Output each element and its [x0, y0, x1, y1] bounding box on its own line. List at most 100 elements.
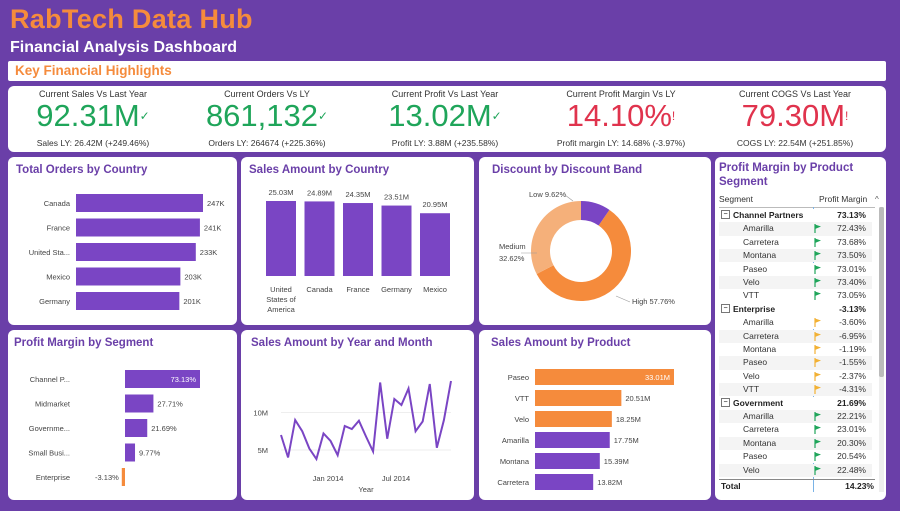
sales-by-product-panel[interactable]: Sales Amount by Product Paseo 33.01M VTT 20… [479, 330, 711, 500]
segment-name: Carretera [743, 424, 779, 435]
profit-margin-value: -6.95% [839, 330, 866, 341]
slice-label: Medium [499, 242, 526, 251]
category-label: America [267, 305, 295, 314]
sales-by-country-panel[interactable]: Sales Amount by Country 25.03M United Stat… [241, 157, 474, 325]
table-row[interactable]: Amarilla 22.21% [719, 410, 872, 424]
segment-name: Velo [743, 370, 760, 381]
flag-icon [814, 438, 822, 448]
table-row[interactable]: Amarilla 72.43% [719, 222, 872, 236]
collapse-icon[interactable]: − [721, 397, 730, 407]
data-label: 21.69% [151, 424, 177, 433]
bar [535, 453, 600, 469]
data-label: 18.25M [616, 415, 641, 424]
flag-icon [814, 318, 822, 328]
table-row[interactable]: Velo -2.37% [719, 369, 872, 384]
category-label: Amarilla [502, 436, 530, 445]
table-group-row[interactable]: − Enterprise -3.13% [719, 302, 872, 317]
bar [535, 432, 610, 448]
table-row[interactable]: Paseo 73.01% [719, 262, 872, 276]
table-group-row[interactable]: − Channel Partners 73.13% [719, 209, 872, 223]
data-label: -3.13% [95, 473, 119, 482]
segment-name: Paseo [743, 451, 768, 462]
table-row[interactable]: Paseo -1.55% [719, 356, 872, 370]
flag-icon [814, 358, 822, 368]
table-row[interactable]: Montana 73.50% [719, 249, 872, 263]
bar [381, 205, 412, 276]
segment-name: Paseo [743, 263, 768, 274]
alert-icon: ! [671, 109, 676, 123]
collapse-icon[interactable]: − [721, 303, 730, 313]
collapse-icon[interactable]: − [721, 210, 730, 219]
category-label: States of [266, 295, 297, 304]
category-label: Enterprise [36, 473, 70, 482]
kpi-profit-margin[interactable]: Current Profit Margin Vs LY 14.10%! Prof… [536, 86, 706, 152]
flag-icon [814, 425, 822, 435]
segment-name: Carretera [743, 236, 779, 247]
kpi-cogs[interactable]: Current COGS Vs Last Year 79.30M! COGS L… [710, 86, 880, 152]
discount-band-panel[interactable]: Discount by Discount Band High 57.76% Med… [479, 157, 711, 325]
category-label: Carretera [497, 478, 530, 487]
profit-margin-value: -3.60% [839, 317, 866, 328]
profit-margin-value: -4.31% [839, 384, 866, 395]
table-group-row[interactable]: − Government 21.69% [719, 396, 872, 410]
category-label: Canada [306, 285, 333, 294]
kpi-profit[interactable]: Current Profit Vs Last Year 13.02M✓ Prof… [360, 86, 530, 152]
total-label: Total [721, 481, 741, 491]
check-icon: ✓ [318, 109, 329, 123]
profit-margin-value: 73.13% [837, 210, 866, 220]
kpi-subtext: Orders LY: 264674 (+225.36%) [208, 138, 326, 148]
kpi-value: 79.30M! [741, 98, 849, 133]
data-label: 203K [184, 273, 202, 282]
table-row[interactable]: Velo 22.48% [719, 463, 872, 477]
data-label: 201K [183, 297, 201, 306]
table-row[interactable]: Carretera -6.95% [719, 329, 872, 343]
sort-icon[interactable]: ^ [875, 195, 879, 204]
profit-margin-value: 22.48% [837, 464, 866, 475]
kpi-orders[interactable]: Current Orders Vs LY 861,132✓ Orders LY:… [182, 86, 352, 152]
profit-margin-product-panel[interactable]: Profit Margin by Product Segment Segment… [715, 157, 886, 500]
orders-by-country-panel[interactable]: Total Orders by Country Canada 247K France… [8, 157, 237, 325]
col-header-profit-margin[interactable]: Profit Margin [819, 194, 867, 204]
profit-margin-value: -1.55% [839, 357, 866, 368]
segment-name: VTT [743, 384, 760, 395]
slice [531, 201, 581, 275]
flag-icon [814, 237, 822, 247]
profit-margin-value: -1.19% [839, 344, 866, 354]
data-label: 25.03M [268, 188, 293, 197]
table-row[interactable]: Velo 73.40% [719, 276, 872, 290]
table-row[interactable]: Montana 20.30% [719, 436, 872, 451]
bar [535, 474, 594, 490]
category-label: Germany [39, 297, 70, 306]
profit-margin-value: 73.40% [837, 277, 866, 287]
flag-icon [814, 331, 822, 341]
category-label: France [47, 224, 70, 233]
sales-year-month-panel[interactable]: Sales Amount by Year and Month 10M 5M Jan … [241, 330, 474, 500]
bar [76, 267, 181, 286]
table-row[interactable]: Paseo 20.54% [719, 450, 872, 464]
table-row[interactable]: Amarilla -3.60% [719, 316, 872, 330]
bar [125, 394, 154, 413]
table-row[interactable]: Carretera 73.68% [719, 235, 872, 250]
kpi-sales[interactable]: Current Sales Vs Last Year 92.31M✓ Sales… [8, 86, 178, 152]
table-row[interactable]: VTT 73.05% [719, 289, 872, 303]
segment-name: Amarilla [743, 411, 774, 421]
table-row[interactable]: VTT -4.31% [719, 383, 872, 397]
scrollbar-thumb[interactable] [879, 207, 884, 377]
profit-margin-value: 73.68% [837, 236, 866, 247]
profit-margin-segment-panel[interactable]: Profit Margin by Segment Channel P... 73.… [8, 330, 237, 500]
profit-margin-value: 73.50% [837, 250, 866, 261]
leader-line [615, 295, 631, 303]
col-header-segment[interactable]: Segment [719, 194, 753, 204]
slice-label: High 57.76% [632, 297, 675, 306]
segment-name: Paseo [743, 357, 768, 368]
table-row[interactable]: Montana -1.19% [719, 343, 872, 357]
data-label: 9.77% [139, 449, 161, 458]
table-row[interactable]: Carretera 23.01% [719, 423, 872, 437]
category-label: Germany [381, 285, 412, 294]
profit-margin-value: 20.54% [837, 451, 866, 462]
segment-name: Velo [743, 464, 760, 475]
flag-icon [814, 251, 822, 261]
scrollbar[interactable] [879, 207, 884, 492]
table-body[interactable]: − Channel Partners 73.13% Amarilla 72.43% Car… [715, 209, 878, 479]
kpi-subtext: COGS LY: 22.54M (+251.85%) [736, 138, 854, 148]
